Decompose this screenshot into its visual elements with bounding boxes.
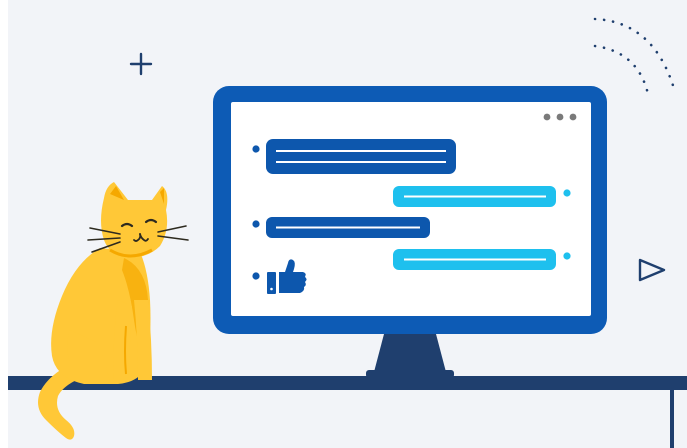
window-dots-icon — [543, 113, 577, 121]
chat-message-4 — [393, 249, 571, 270]
chat-message-1 — [252, 139, 456, 174]
cat-illustration — [38, 182, 189, 440]
plus-icon — [129, 52, 153, 76]
play-triangle-icon — [638, 258, 666, 282]
dotted-arcs — [593, 17, 677, 96]
chat-message-2 — [393, 186, 571, 207]
chat-message-3 — [252, 217, 430, 238]
monitor-stand — [366, 334, 454, 378]
illustration-scene — [0, 0, 687, 448]
illustration-svg — [38, 17, 677, 440]
